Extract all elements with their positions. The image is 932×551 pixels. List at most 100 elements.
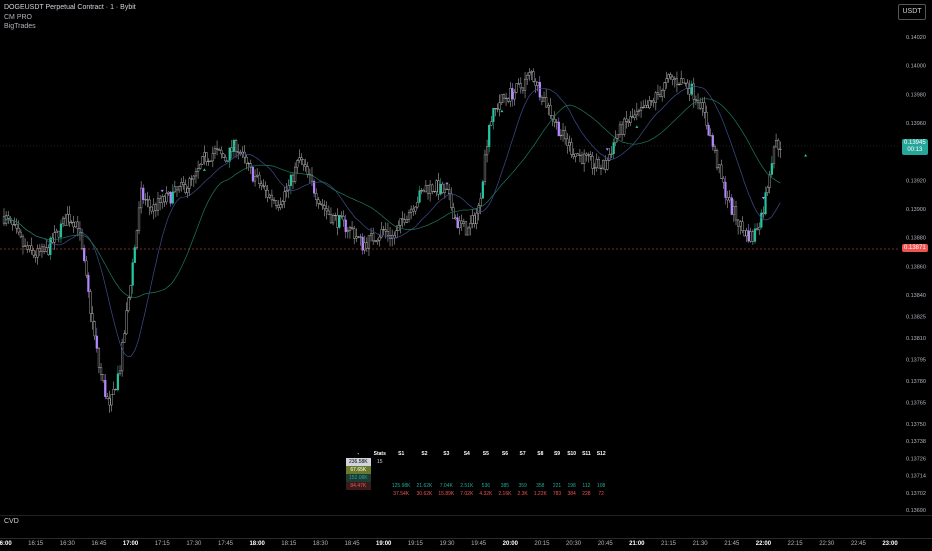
candle	[764, 186, 767, 216]
candle	[751, 229, 754, 245]
candle	[262, 179, 265, 189]
cvd-pane-label[interactable]: CVD	[4, 518, 19, 525]
indicator-bigtrades[interactable]: BigTrades	[4, 23, 36, 30]
time-axis-label: 18:15	[281, 541, 297, 547]
stats-table: - Stats S1 S2 S3 S4 S5 S6 S7 S8 S9 S10 S11 S12 236.58K…	[346, 450, 609, 498]
candle	[593, 163, 596, 176]
candle	[448, 183, 451, 201]
stats-cell	[594, 458, 609, 466]
candle	[770, 156, 773, 178]
candle	[452, 202, 455, 220]
candle	[460, 214, 463, 231]
candle	[502, 93, 506, 104]
candle	[338, 214, 341, 229]
pane-separator[interactable]	[0, 515, 932, 516]
stats-cell: 236.58K	[346, 458, 371, 466]
candle	[131, 258, 134, 294]
chart-canvas[interactable]: 0.14020 0.14000 0.13980 0.13960 0.13920 0.139…	[0, 0, 932, 515]
indicator-cm-pro[interactable]: CM PRO	[4, 14, 32, 21]
candle	[59, 219, 63, 244]
stats-cell: 15.89K	[438, 491, 455, 497]
candle	[418, 185, 421, 204]
price-axis-label: 0.13765	[906, 401, 926, 407]
price-axis-label: 0.13726	[906, 456, 926, 462]
time-axis-label: 16:30	[59, 541, 75, 547]
candle	[325, 201, 328, 220]
time-axis-label: 16:00	[0, 541, 12, 547]
candle	[587, 152, 590, 163]
stats-cell	[514, 466, 530, 474]
candle	[319, 200, 322, 206]
symbol-title[interactable]: DOGEUSDT Perpetual Contract · 1 · Bybit	[4, 4, 136, 11]
stats-cell: 221	[552, 483, 562, 489]
stats-cell	[579, 458, 594, 466]
time-axis[interactable]: 16:00 16:15 16:30 16:45 17:00 17:15 17:30 17:45…	[0, 538, 932, 551]
candle	[540, 95, 544, 106]
candle	[652, 97, 655, 108]
candle	[542, 91, 546, 102]
candle	[745, 227, 748, 242]
stats-cell	[550, 466, 564, 474]
stats-header-cell: S3	[443, 451, 450, 457]
candle	[289, 172, 292, 195]
candle	[283, 186, 286, 209]
candle	[23, 238, 27, 247]
candle	[133, 244, 136, 263]
stats-cell	[371, 466, 389, 474]
candle	[464, 220, 468, 236]
candle	[376, 238, 379, 245]
candle	[108, 390, 111, 413]
time-axis-label: 23:00	[882, 541, 898, 547]
price-axis-label: 0.13840	[906, 293, 926, 299]
candle	[372, 227, 375, 245]
price-axis-label: 0.13825	[906, 315, 926, 321]
stats-cell	[457, 466, 476, 474]
price-chart[interactable]: 0.14020 0.14000 0.13980 0.13960 0.13920 0.139…	[0, 0, 932, 515]
candle	[479, 192, 482, 215]
stats-header-cell: S5	[482, 451, 489, 457]
candle	[443, 183, 446, 199]
stats-cell	[564, 458, 579, 466]
candle	[766, 185, 769, 196]
candle	[344, 214, 347, 239]
candle	[705, 105, 708, 130]
candle	[150, 206, 153, 214]
stats-cell	[550, 458, 564, 466]
candle	[7, 211, 10, 225]
candle	[530, 70, 533, 81]
candle	[32, 247, 35, 259]
candle	[317, 197, 320, 209]
candle	[639, 101, 643, 118]
candle	[732, 199, 735, 222]
candle	[220, 146, 223, 159]
time-axis-label: 18:45	[344, 541, 360, 547]
candle	[353, 225, 356, 245]
candle	[226, 160, 229, 162]
candle	[549, 97, 552, 119]
price-axis-label: 0.13738	[906, 439, 926, 445]
price-axis-label: 0.13690	[906, 508, 926, 514]
candle	[256, 168, 259, 179]
candle	[125, 302, 128, 336]
candle	[507, 97, 510, 104]
candle	[441, 181, 444, 194]
time-axis-label: 20:15	[534, 541, 550, 547]
time-axis-label: 17:00	[122, 541, 139, 547]
candle	[680, 70, 683, 85]
candle	[739, 220, 742, 235]
candle	[722, 176, 725, 189]
candle	[523, 72, 527, 99]
stats-cell	[435, 466, 457, 474]
countdown-value: 00:13	[907, 147, 923, 153]
stats-header-cell: Stats	[373, 451, 386, 457]
stats-header-cell: S12	[596, 451, 606, 457]
currency-button[interactable]: USDT	[898, 4, 926, 20]
time-axis-label: 20:45	[597, 541, 613, 547]
candle	[64, 213, 67, 226]
candle	[148, 195, 151, 216]
candle	[498, 94, 501, 117]
candle	[152, 198, 155, 220]
candle	[146, 191, 149, 208]
candle	[296, 159, 299, 175]
candle	[169, 190, 172, 207]
